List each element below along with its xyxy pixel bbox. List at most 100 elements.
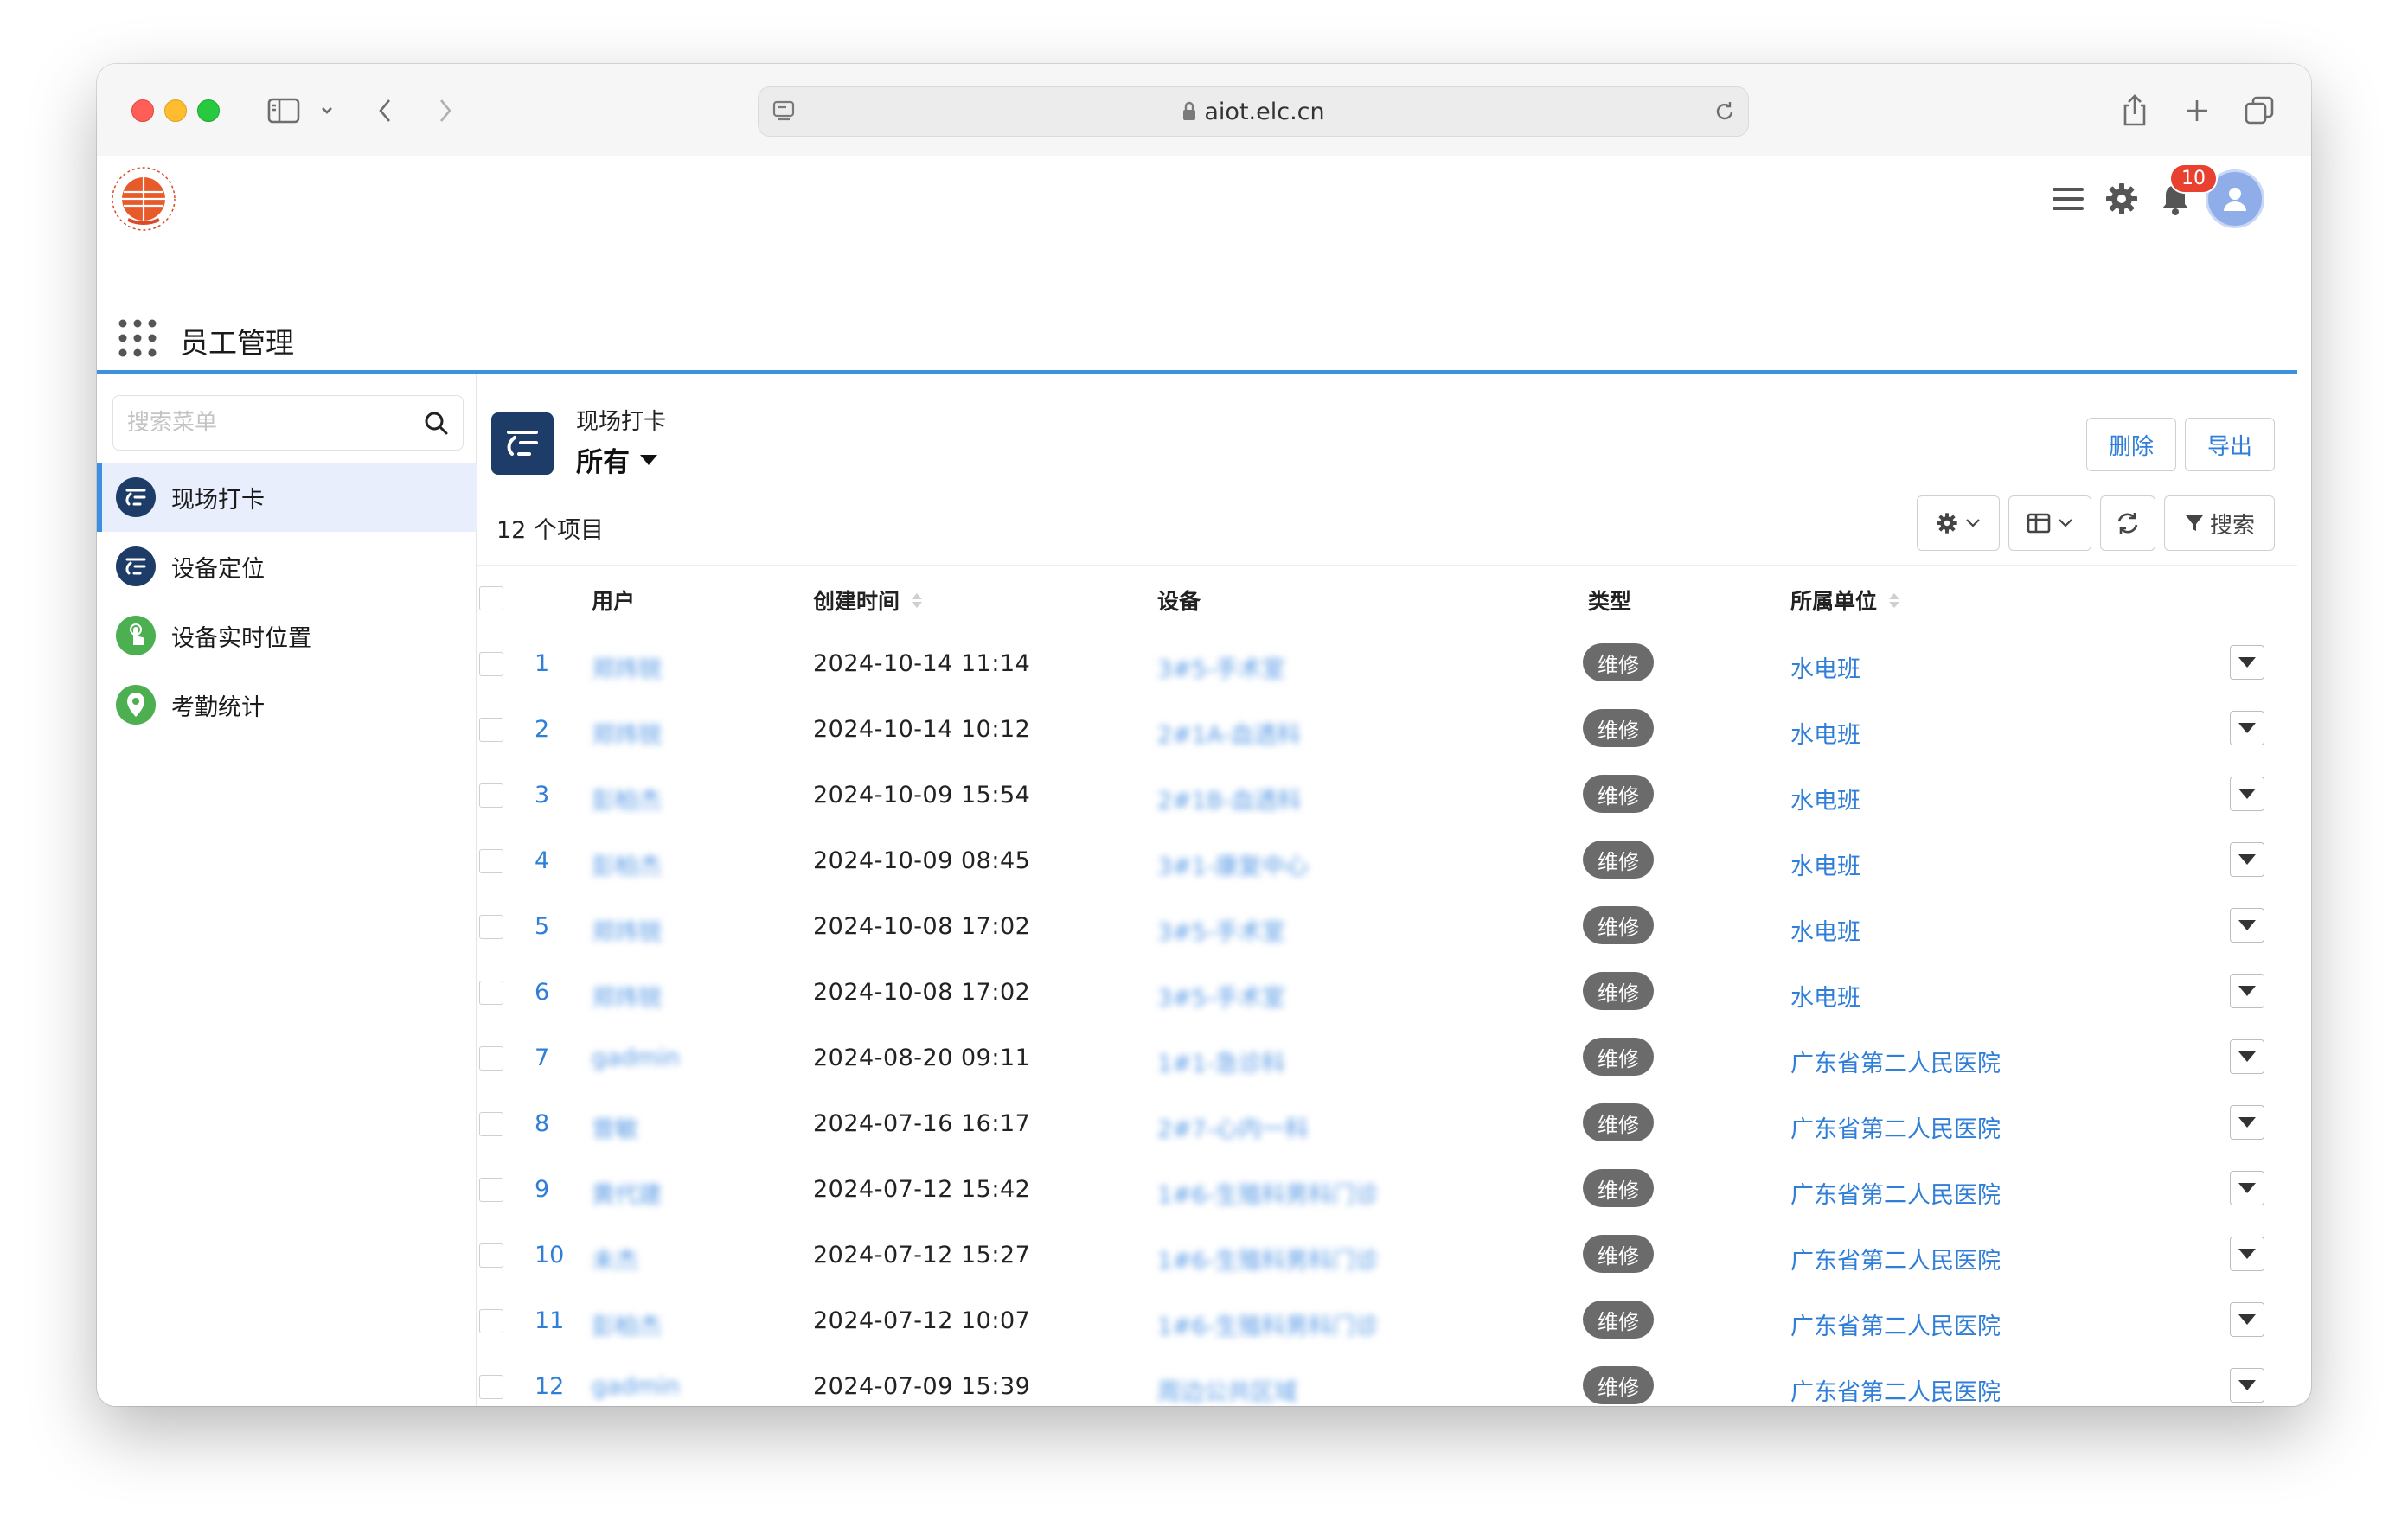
row-actions-dropdown[interactable] <box>2230 1302 2264 1337</box>
sort-icon[interactable] <box>1889 592 1900 608</box>
row-actions-dropdown[interactable] <box>2230 645 2264 680</box>
refresh-button[interactable] <box>2100 495 2155 551</box>
column-header-type[interactable]: 类型 <box>1588 585 1631 616</box>
device-link[interactable]: 2#7-心内一科 <box>1157 1110 1309 1144</box>
close-window-button[interactable] <box>131 99 154 122</box>
device-link[interactable]: 3#1-康复中心 <box>1157 847 1309 881</box>
table-row[interactable]: 6 郑炜锐 2024-10-08 17:02 3#5-手术室 维修 水电班 <box>477 958 2297 1025</box>
table-row[interactable]: 11 彭柏杰 2024-07-12 10:07 1#6-生殖科男科门诊 维修 广东省第二人… <box>477 1287 2297 1353</box>
new-tab-icon[interactable] <box>2180 93 2214 128</box>
row-checkbox[interactable] <box>479 1046 503 1071</box>
user-link[interactable]: 郑炜锐 <box>592 716 662 750</box>
row-checkbox[interactable] <box>479 1375 503 1399</box>
row-checkbox[interactable] <box>479 915 503 939</box>
row-actions-dropdown[interactable] <box>2230 1105 2264 1140</box>
row-checkbox[interactable] <box>479 981 503 1005</box>
table-row[interactable]: 8 曾敏 2024-07-16 16:17 2#7-心内一科 维修 广东省第二人民医院 <box>477 1090 2297 1156</box>
address-bar[interactable]: aiot.elc.cn <box>758 86 1749 137</box>
unit-link[interactable]: 广东省第二人民医院 <box>1790 1307 2001 1341</box>
unit-link[interactable]: 广东省第二人民医院 <box>1790 1176 2001 1210</box>
column-header-device[interactable]: 设备 <box>1157 585 1201 616</box>
unit-link[interactable]: 广东省第二人民医院 <box>1790 1045 2001 1078</box>
minimize-window-button[interactable] <box>164 99 187 122</box>
user-link[interactable]: 郑炜锐 <box>592 979 662 1013</box>
row-index-link[interactable]: 9 <box>535 1176 549 1203</box>
row-checkbox[interactable] <box>479 652 503 676</box>
unit-link[interactable]: 广东省第二人民医院 <box>1790 1110 2001 1144</box>
forward-arrow-icon[interactable] <box>432 93 458 128</box>
app-launcher-icon[interactable] <box>118 318 157 361</box>
sidebar-item-device-location[interactable]: 设备定位 <box>97 532 476 601</box>
row-actions-dropdown[interactable] <box>2230 974 2264 1008</box>
unit-link[interactable]: 水电班 <box>1790 847 1860 881</box>
table-settings-button[interactable] <box>1917 495 2000 551</box>
column-header-user[interactable]: 用户 <box>592 585 635 616</box>
device-link[interactable]: 3#5-手术室 <box>1157 913 1285 947</box>
menu-icon[interactable] <box>2046 177 2090 221</box>
device-link[interactable]: 1#6-生殖科男科门诊 <box>1157 1242 1379 1275</box>
row-actions-dropdown[interactable] <box>2230 1237 2264 1271</box>
back-arrow-icon[interactable] <box>372 93 398 128</box>
row-checkbox[interactable] <box>479 1309 503 1333</box>
tab-overview-icon[interactable] <box>2242 93 2277 128</box>
select-all-checkbox[interactable] <box>479 586 503 610</box>
maximize-window-button[interactable] <box>197 99 220 122</box>
row-checkbox[interactable] <box>479 783 503 808</box>
table-row[interactable]: 4 彭柏杰 2024-10-09 08:45 3#1-康复中心 维修 水电班 <box>477 827 2297 893</box>
chevron-down-icon[interactable] <box>318 93 336 128</box>
row-index-link[interactable]: 10 <box>535 1242 564 1269</box>
table-row[interactable]: 2 郑炜锐 2024-10-14 10:12 2#1A-血透科 维修 水电班 <box>477 695 2297 762</box>
unit-link[interactable]: 水电班 <box>1790 979 1860 1013</box>
row-index-link[interactable]: 7 <box>535 1045 549 1071</box>
device-link[interactable]: 1#6-生殖科男科门诊 <box>1157 1307 1379 1341</box>
table-row[interactable]: 7 gadmin 2024-08-20 09:11 1#1-急诊科 维修 广东省第二人民医… <box>477 1024 2297 1090</box>
row-checkbox[interactable] <box>479 1112 503 1136</box>
user-link[interactable]: 彭柏杰 <box>592 1307 662 1341</box>
row-checkbox[interactable] <box>479 1243 503 1268</box>
menu-search-input[interactable] <box>113 396 406 448</box>
row-actions-dropdown[interactable] <box>2230 1171 2264 1205</box>
unit-link[interactable]: 水电班 <box>1790 782 1860 815</box>
user-link[interactable]: 未杰 <box>592 1242 638 1275</box>
sidebar-item-device-realtime-position[interactable]: 设备实时位置 <box>97 601 476 670</box>
row-index-link[interactable]: 4 <box>535 847 549 874</box>
row-actions-dropdown[interactable] <box>2230 1039 2264 1074</box>
row-actions-dropdown[interactable] <box>2230 908 2264 943</box>
reload-icon[interactable] <box>1712 99 1738 128</box>
unit-link[interactable]: 广东省第二人民医院 <box>1790 1242 2001 1275</box>
columns-button[interactable] <box>2008 495 2091 551</box>
unit-link[interactable]: 水电班 <box>1790 716 1860 750</box>
row-actions-dropdown[interactable] <box>2230 1368 2264 1403</box>
row-actions-dropdown[interactable] <box>2230 711 2264 745</box>
unit-link[interactable]: 水电班 <box>1790 913 1860 947</box>
row-index-link[interactable]: 5 <box>535 913 549 940</box>
device-link[interactable]: 1#6-生殖科男科门诊 <box>1157 1176 1379 1210</box>
row-index-link[interactable]: 3 <box>535 782 549 809</box>
table-row[interactable]: 10 未杰 2024-07-12 15:27 1#6-生殖科男科门诊 维修 广东省第二人民… <box>477 1221 2297 1288</box>
row-checkbox[interactable] <box>479 849 503 873</box>
device-link[interactable]: 2#1B-血透科 <box>1157 782 1301 815</box>
sort-icon[interactable] <box>912 592 923 608</box>
user-link[interactable]: 黄代建 <box>592 1176 662 1210</box>
device-link[interactable]: 1#1-急诊科 <box>1157 1045 1285 1078</box>
device-link[interactable]: 3#5-手术室 <box>1157 650 1285 684</box>
row-index-link[interactable]: 6 <box>535 979 549 1006</box>
unit-link[interactable]: 广东省第二人民医院 <box>1790 1373 2001 1406</box>
user-link[interactable]: 彭柏杰 <box>592 847 662 881</box>
row-index-link[interactable]: 11 <box>535 1307 564 1334</box>
user-link[interactable]: 郑炜锐 <box>592 913 662 947</box>
export-button[interactable]: 导出 <box>2185 418 2275 471</box>
user-link[interactable]: 郑炜锐 <box>592 650 662 684</box>
device-link[interactable]: 3#5-手术室 <box>1157 979 1285 1013</box>
sidebar-item-clock-in[interactable]: 现场打卡 <box>97 463 481 532</box>
table-row[interactable]: 12 gadmin 2024-07-09 15:39 周边公共区域 维修 广东省第二人民医… <box>477 1352 2297 1406</box>
user-link[interactable]: 彭柏杰 <box>592 782 662 815</box>
view-filter-dropdown[interactable]: 所有 <box>576 440 657 479</box>
row-index-link[interactable]: 2 <box>535 716 549 743</box>
device-link[interactable]: 周边公共区域 <box>1157 1373 1297 1406</box>
table-row[interactable]: 1 郑炜锐 2024-10-14 11:14 3#5-手术室 维修 水电班 <box>477 630 2297 696</box>
device-link[interactable]: 2#1A-血透科 <box>1157 716 1301 750</box>
row-index-link[interactable]: 1 <box>535 650 549 677</box>
row-checkbox[interactable] <box>479 1178 503 1202</box>
company-logo[interactable] <box>109 164 182 237</box>
